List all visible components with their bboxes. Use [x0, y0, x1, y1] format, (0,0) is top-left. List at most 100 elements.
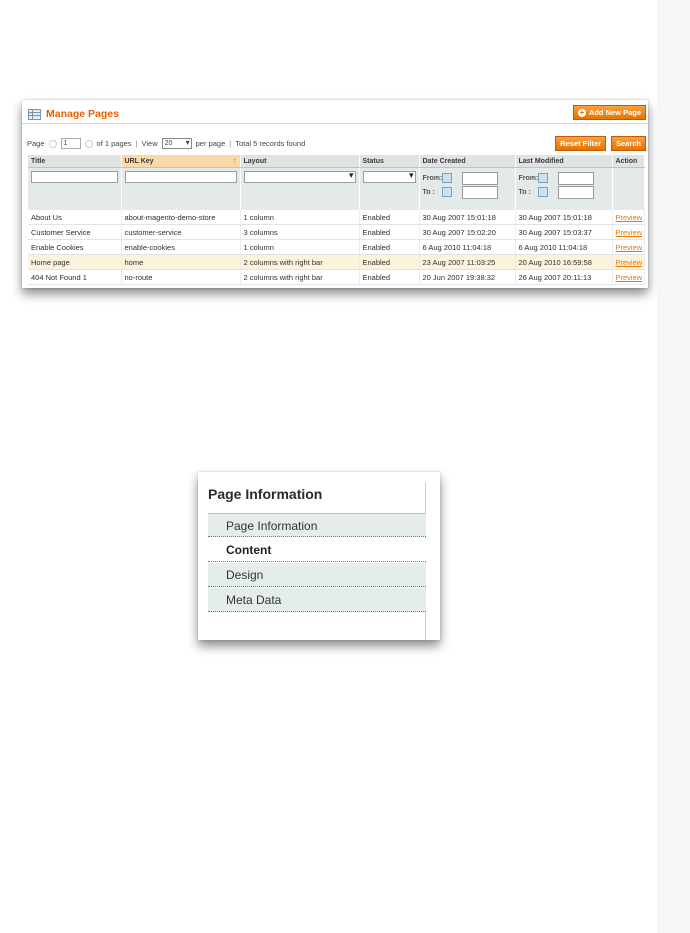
- cell-last-modified: 6 Aug 2010 11:04:18: [515, 239, 613, 255]
- cell-title: Home page: [28, 254, 122, 270]
- manage-pages-panel: Manage Pages + Add New Page Page 1 of 1 …: [22, 100, 648, 288]
- table-row[interactable]: Home page home 2 columns with right bar Ena…: [28, 254, 645, 270]
- search-button[interactable]: Search: [610, 136, 646, 151]
- filter-cell: [359, 167, 420, 210]
- date-created-to-input[interactable]: [461, 185, 498, 199]
- cell-status: Enabled: [359, 254, 420, 270]
- cell-title: Enable Cookies: [28, 239, 122, 255]
- cell-title: Customer Service: [28, 224, 122, 240]
- cell-action: Preview: [612, 269, 645, 285]
- column-header-url-key[interactable]: URL Key ↑: [121, 155, 241, 168]
- preview-link[interactable]: Preview: [616, 258, 643, 267]
- page-information-panel: Page Information Page Information Conten…: [198, 472, 440, 640]
- cell-layout: 3 columns: [240, 224, 360, 240]
- cell-layout: 1 column: [240, 210, 360, 225]
- add-new-page-label: Add New Page: [588, 108, 641, 117]
- filter-cell: From: To :: [515, 167, 613, 210]
- last-modified-from-input[interactable]: [557, 171, 594, 185]
- cell-url-key: enable-cookies: [121, 239, 241, 255]
- cell-action: Preview: [612, 210, 645, 225]
- filter-cell: [28, 167, 122, 210]
- cell-status: Enabled: [359, 269, 420, 285]
- layout-filter-select[interactable]: [243, 170, 356, 183]
- page-title: Manage Pages: [46, 108, 119, 120]
- per-page-select[interactable]: 20: [161, 138, 192, 149]
- cell-url-key: home: [121, 254, 241, 270]
- add-new-page-button[interactable]: + Add New Page: [572, 105, 646, 120]
- column-header-action: Action: [612, 155, 645, 168]
- cell-layout: 2 columns with right bar: [240, 254, 360, 270]
- last-modified-to-input[interactable]: [557, 185, 594, 199]
- table-row[interactable]: About Us about-magento-demo-store 1 column…: [28, 210, 645, 225]
- cell-url-key: no-route: [121, 269, 241, 285]
- filter-cell: [240, 167, 360, 210]
- url-key-filter-input[interactable]: [124, 171, 237, 183]
- date-created-from: From:: [423, 171, 512, 185]
- table-row[interactable]: Enable Cookies enable-cookies 1 column Enab…: [28, 239, 645, 255]
- cell-date-created: 20 Jun 2007 19:38:32: [419, 269, 516, 285]
- prev-page-icon[interactable]: [48, 139, 57, 148]
- column-header-title[interactable]: Title: [28, 155, 122, 168]
- page-number-input[interactable]: 1: [60, 138, 81, 149]
- column-header-layout[interactable]: Layout: [240, 155, 360, 168]
- date-created-to: To :: [423, 185, 512, 199]
- sort-ascending-icon: ↑: [232, 156, 237, 165]
- cell-url-key: about-magento-demo-store: [121, 210, 241, 225]
- cell-url-key: customer-service: [121, 224, 241, 240]
- calendar-icon[interactable]: [441, 187, 452, 197]
- title-filter-input[interactable]: [31, 171, 118, 183]
- cell-title: About Us: [28, 210, 122, 225]
- tabs-title: Page Information: [208, 486, 323, 502]
- calendar-icon[interactable]: [441, 173, 452, 183]
- filter-cell: From: To :: [419, 167, 516, 210]
- cell-date-created: 30 Aug 2007 15:01:18: [419, 210, 516, 225]
- calendar-icon[interactable]: [537, 173, 548, 183]
- grid-icon: [28, 108, 41, 120]
- next-page-icon[interactable]: [84, 139, 93, 148]
- grid-body: About Us about-magento-demo-store 1 column…: [28, 210, 645, 285]
- preview-link[interactable]: Preview: [616, 243, 643, 252]
- calendar-icon[interactable]: [537, 187, 548, 197]
- date-to-label: To :: [422, 188, 435, 196]
- filter-row: From: To : From:: [28, 167, 645, 210]
- reset-filter-button[interactable]: Reset Filter: [555, 136, 606, 151]
- cell-status: Enabled: [359, 210, 420, 225]
- table-row[interactable]: Customer Service customer-service 3 column…: [28, 224, 645, 240]
- cell-last-modified: 30 Aug 2007 15:03:37: [515, 224, 613, 240]
- header-row: Title URL Key ↑ Layout Status Date Create…: [28, 155, 645, 168]
- preview-link[interactable]: Preview: [616, 213, 643, 222]
- cell-date-created: 30 Aug 2007 15:02:20: [419, 224, 516, 240]
- pager: Page 1 of 1 pages | View 20 per page | T…: [27, 138, 305, 149]
- cell-date-created: 6 Aug 2010 11:04:18: [419, 239, 516, 255]
- cell-date-created: 23 Aug 2007 11:03:25: [419, 254, 516, 270]
- tab-design[interactable]: Design: [208, 563, 426, 587]
- column-header-last-modified[interactable]: Last Modified: [515, 155, 613, 168]
- column-header-label: URL Key: [124, 157, 154, 165]
- status-filter-select[interactable]: [362, 170, 416, 183]
- tab-content[interactable]: Content: [208, 538, 426, 562]
- cell-action: Preview: [612, 239, 645, 255]
- divider: [22, 123, 648, 124]
- column-header-status[interactable]: Status: [359, 155, 420, 168]
- column-header-date-created[interactable]: Date Created: [419, 155, 516, 168]
- cell-last-modified: 26 Aug 2007 20:11:13: [515, 269, 613, 285]
- pager-per-page-label: per page: [195, 139, 226, 148]
- cell-layout: 1 column: [240, 239, 360, 255]
- filter-cell: [612, 167, 645, 210]
- tab-page-information[interactable]: Page Information: [208, 513, 426, 537]
- preview-link[interactable]: Preview: [616, 273, 643, 282]
- date-to-label: To :: [518, 188, 531, 196]
- cell-title: 404 Not Found 1: [28, 269, 122, 285]
- date-created-from-input[interactable]: [461, 171, 498, 185]
- table-row[interactable]: 404 Not Found 1 no-route 2 columns with ri…: [28, 269, 645, 285]
- page-background-strip: [657, 0, 690, 933]
- pager-page-label: Page: [27, 139, 45, 148]
- panel-header: Manage Pages: [28, 108, 119, 120]
- separator: |: [229, 139, 232, 148]
- tab-meta-data[interactable]: Meta Data: [208, 588, 426, 612]
- cell-layout: 2 columns with right bar: [240, 269, 360, 285]
- preview-link[interactable]: Preview: [616, 228, 643, 237]
- records-count: Total 5 records found: [235, 139, 306, 148]
- cell-action: Preview: [612, 224, 645, 240]
- last-modified-to: To :: [519, 185, 609, 199]
